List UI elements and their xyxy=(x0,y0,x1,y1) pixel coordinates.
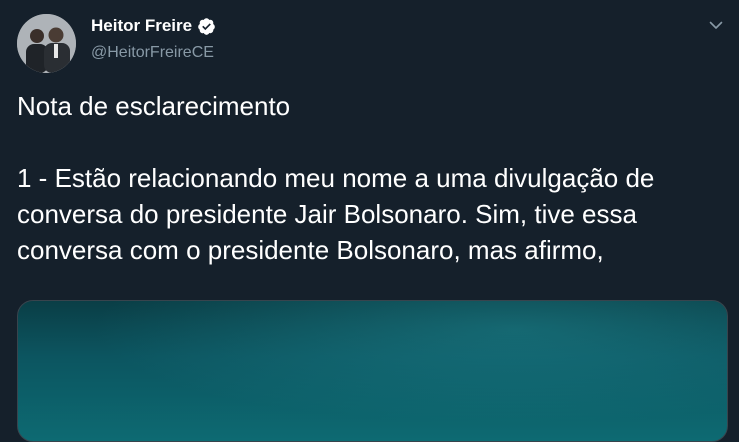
media-image xyxy=(18,301,727,441)
tweet-card: Heitor Freire @HeitorFreireCE Nota de es… xyxy=(0,0,739,442)
tweet-body: 1 - Estão relacionando meu nome a uma di… xyxy=(17,163,655,265)
tweet-text: Nota de esclarecimento 1 - Estão relacio… xyxy=(17,88,727,268)
profile-photo-icon xyxy=(17,14,76,73)
chevron-down-icon xyxy=(709,21,723,29)
avatar[interactable] xyxy=(17,14,76,73)
author-name-row: Heitor Freire xyxy=(91,15,216,37)
tweet-media[interactable] xyxy=(17,300,728,442)
tweet-title-line: Nota de esclarecimento xyxy=(17,91,291,121)
tweet-menu-button[interactable] xyxy=(705,14,727,36)
verified-badge-icon xyxy=(197,17,216,36)
author-display-name[interactable]: Heitor Freire xyxy=(91,15,192,37)
author-handle[interactable]: @HeitorFreireCE xyxy=(91,42,214,64)
